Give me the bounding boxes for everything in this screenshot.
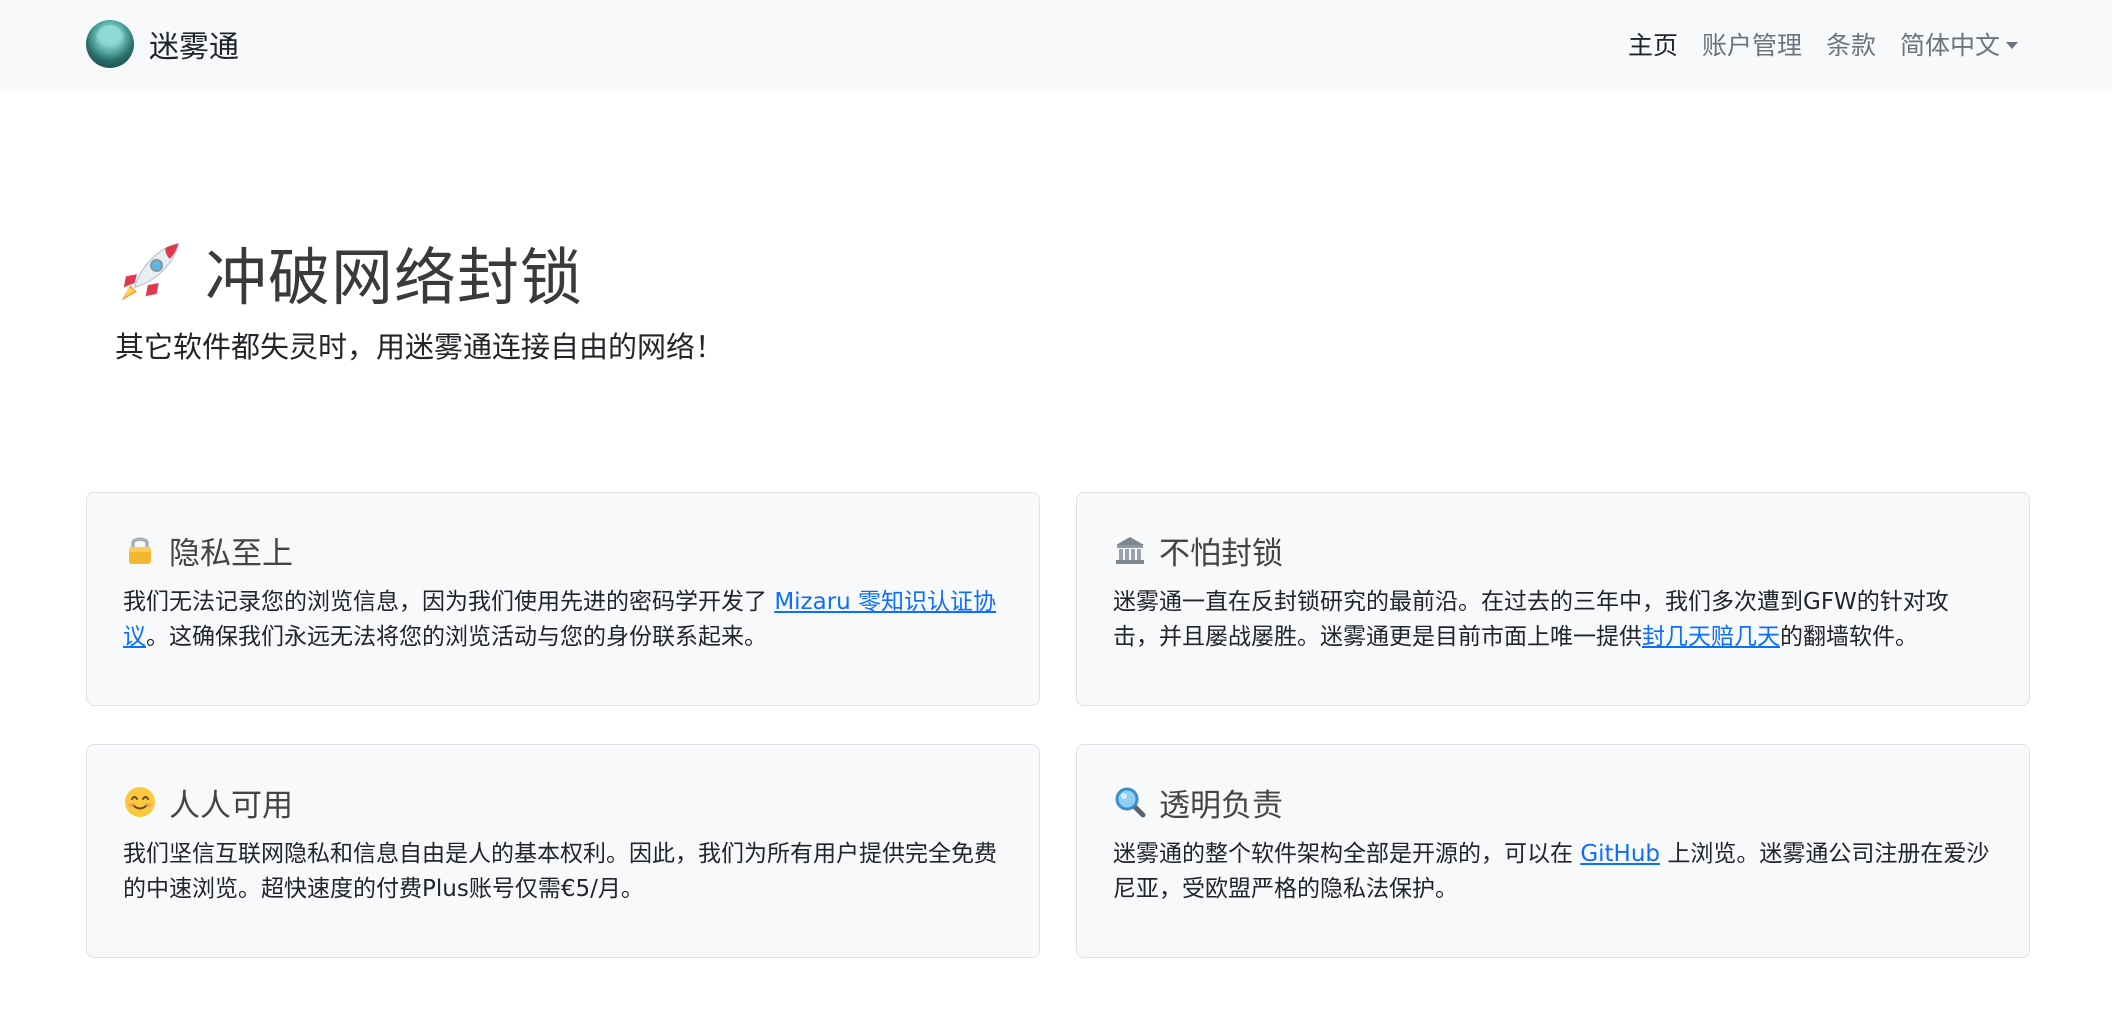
card-title-text: 隐私至上 <box>169 535 293 572</box>
refund-policy-link[interactable]: 封几天赔几天 <box>1642 624 1780 650</box>
brand-name: 迷雾通 <box>149 30 239 65</box>
language-label: 简体中文 <box>1899 31 2000 60</box>
hero-title: 冲破网络封锁 <box>115 232 724 314</box>
caret-down-icon <box>2006 41 2018 49</box>
smile-icon <box>125 787 155 817</box>
card-accessible: 人人可用 我们坚信互联网隐私和信息自由是人的基本权利。因此，我们为所有用户提供完… <box>86 744 1040 958</box>
language-dropdown[interactable]: 简体中文 <box>1900 26 2018 62</box>
card-title-accessible: 人人可用 <box>123 781 1003 824</box>
card-title-text: 不怕封锁 <box>1159 535 1283 572</box>
card-privacy: 隐私至上 我们无法记录您的浏览信息，因为我们使用先进的密码学开发了 Mizaru… <box>86 492 1040 706</box>
bank-icon <box>1116 537 1144 564</box>
card-text-accessible: 我们坚信互联网隐私和信息自由是人的基本权利。因此，我们为所有用户提供完全免费的中… <box>123 841 997 902</box>
card-text-part: 。这确保我们永远无法将您的浏览活动与您的身份联系起来。 <box>146 624 767 650</box>
navbar: 迷雾通 主页 账户管理 条款 简体中文 <box>0 0 2112 89</box>
brand[interactable]: 迷雾通 <box>86 20 239 68</box>
nav-link-home[interactable]: 主页 <box>1628 26 1678 62</box>
card-text-censorship: 迷雾通一直在反封锁研究的最前沿。在过去的三年中，我们多次遭到GFW的针对攻击，并… <box>1113 585 1993 655</box>
github-link[interactable]: GitHub <box>1580 841 1660 867</box>
rocket-icon <box>121 242 180 301</box>
hero: 冲破网络封锁 其它软件都失灵时，用迷雾通连接自由的网络！ <box>115 232 724 366</box>
card-transparent: 透明负责 迷雾通的整个软件架构全部是开源的，可以在 GitHub 上浏览。迷雾通… <box>1076 744 2030 958</box>
card-text-part: 我们无法记录您的浏览信息，因为我们使用先进的密码学开发了 <box>123 589 775 615</box>
card-title-text: 人人可用 <box>169 787 293 824</box>
card-text-transparent: 迷雾通的整个软件架构全部是开源的，可以在 GitHub 上浏览。迷雾通公司注册在… <box>1113 837 1993 907</box>
card-censorship: 不怕封锁 迷雾通一直在反封锁研究的最前沿。在过去的三年中，我们多次遭到GFW的针… <box>1076 492 2030 706</box>
nav-link-terms[interactable]: 条款 <box>1826 26 1876 62</box>
card-title-privacy: 隐私至上 <box>123 529 1003 572</box>
card-text-privacy: 我们无法记录您的浏览信息，因为我们使用先进的密码学开发了 Mizaru 零知识认… <box>123 585 1003 655</box>
nav-link-account[interactable]: 账户管理 <box>1702 26 1802 62</box>
card-title-censorship: 不怕封锁 <box>1113 529 1993 572</box>
logo-icon <box>86 20 134 68</box>
hero-subtitle: 其它软件都失灵时，用迷雾通连接自由的网络！ <box>115 330 725 364</box>
nav-links: 主页 账户管理 条款 简体中文 <box>1628 24 2018 64</box>
card-text-part: 迷雾通的整个软件架构全部是开源的，可以在 <box>1113 841 1581 867</box>
card-title-transparent: 透明负责 <box>1113 781 1993 824</box>
lock-icon <box>129 537 151 564</box>
card-title-text: 透明负责 <box>1159 787 1283 824</box>
magnifier-icon <box>1115 787 1146 818</box>
hero-title-text: 冲破网络封锁 <box>205 241 584 314</box>
card-text-part: 的翻墙软件。 <box>1780 624 1918 650</box>
